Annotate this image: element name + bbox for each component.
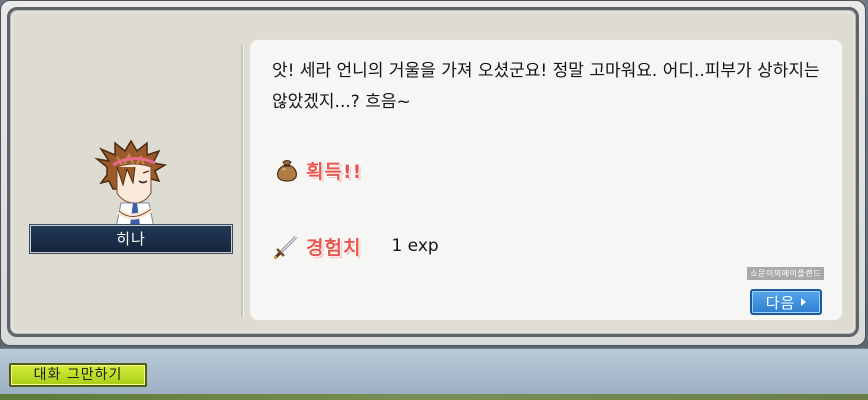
arrow-right-icon (801, 298, 807, 306)
reward-exp-row: 경험치 1 exp (272, 228, 439, 264)
dialog-frame: 히나 앗! 세라 언니의 거울을 가져 오셨군요! 정말 고마워요. 어디..피… (7, 7, 859, 337)
npc-hina-sprite (94, 139, 168, 234)
dialog-bottom-bar: 대화 그만하기 (0, 348, 868, 396)
watermark: 소문이의메이플랜드 (747, 267, 824, 280)
end-chat-button[interactable]: 대화 그만하기 (9, 363, 147, 387)
dialog-divider (241, 45, 244, 317)
dialog-text-panel: 앗! 세라 언니의 거울을 가져 오셨군요! 정말 고마워요. 어디..피부가 … (250, 40, 842, 320)
npc-name-plate: 히나 (29, 224, 233, 254)
ground-strip (0, 394, 868, 400)
sword-icon (272, 231, 302, 261)
game-screen: 히나 앗! 세라 언니의 거울을 가져 오셨군요! 정말 고마워요. 어디..피… (0, 0, 868, 400)
dialog-body: 히나 앗! 세라 언니의 거울을 가져 오셨군요! 정말 고마워요. 어디..피… (13, 13, 853, 331)
npc-dialog-window: 히나 앗! 세라 언니의 거울을 가져 오셨군요! 정말 고마워요. 어디..피… (0, 0, 866, 346)
next-button[interactable]: 다음 (750, 289, 822, 315)
reward-obtain-label: 획득!! (306, 160, 363, 183)
exp-value: 1 exp (391, 236, 439, 256)
next-button-label: 다음 (765, 293, 796, 312)
reward-obtain-row: 획득!! (272, 152, 362, 188)
dialog-message: 앗! 세라 언니의 거울을 가져 오셨군요! 정말 고마워요. 어디..피부가 … (272, 61, 820, 112)
reward-exp-label: 경험치 (306, 236, 362, 259)
money-bag-icon (272, 155, 302, 185)
